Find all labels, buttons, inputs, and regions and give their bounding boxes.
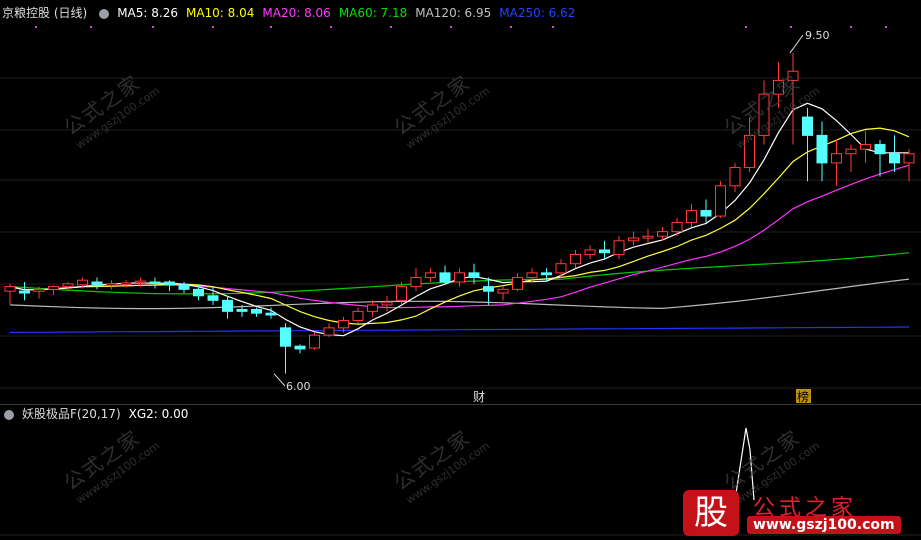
candle-body[interactable] [338,320,349,329]
signal-dot [885,26,887,28]
candle-body[interactable] [280,327,291,347]
candle-body[interactable] [178,284,190,290]
candle-body[interactable] [352,310,364,322]
candle-body[interactable] [613,240,625,256]
candle-body[interactable] [570,254,581,265]
candle-body[interactable] [106,283,117,286]
signal-dot [330,26,332,28]
event-marker-list[interactable]: 榜 [797,389,809,404]
candle-body[interactable] [860,144,871,150]
signal-dot [212,26,214,28]
candle-body[interactable] [323,327,335,336]
ma250-line [9,326,910,333]
candle-body[interactable] [4,286,16,292]
candle-body[interactable] [831,153,842,164]
candle-body[interactable] [135,280,146,284]
candle-body[interactable] [33,288,45,292]
candle-body[interactable] [526,272,538,278]
ma10-line [9,127,910,325]
ma10-label: MA10: 8.04 [185,6,255,20]
candle-body[interactable] [439,272,451,283]
site-logo: 股 公式之家 www.gszj100.com [683,490,913,538]
candle-body[interactable] [77,279,88,286]
signal-dot [510,26,512,28]
candle-body[interactable] [309,334,320,349]
stock-title: 京粮控股 (日线) [2,6,88,20]
signal-dot [745,26,747,28]
candle-body[interactable] [802,116,813,136]
candle-body[interactable] [120,282,132,285]
candle-body[interactable] [149,281,161,285]
signal-dot [450,26,452,28]
candle-body[interactable] [642,235,654,239]
signal-dot [850,26,852,28]
candle-body[interactable] [657,231,668,237]
logo-char: 股 [683,490,739,536]
signal-dot [90,26,92,28]
candle-body[interactable] [845,148,857,155]
signal-dot [270,26,272,28]
candle-body[interactable] [454,272,465,283]
ma5-line [9,102,909,337]
candle-body[interactable] [700,210,712,217]
candle-body[interactable] [294,345,306,350]
candle-body[interactable] [251,309,262,314]
candle-body[interactable] [903,153,915,164]
candle-body[interactable] [483,286,494,292]
logo-url: www.gszj100.com [747,516,901,534]
low-pointer [273,373,286,387]
candle-body[interactable] [497,288,509,294]
candle-body[interactable] [584,249,596,256]
candle-body[interactable] [628,237,639,242]
main-legend: 京粮控股 (日线) MA5: 8.26 MA10: 8.04 MA20: 8.0… [0,4,583,22]
candle-body[interactable] [541,272,552,276]
candle-body[interactable] [19,290,30,294]
candle-body[interactable] [555,263,567,274]
ma5-label: MA5: 8.26 [117,6,178,20]
signal-dot [152,26,154,28]
signal-dot [552,26,554,28]
high-price-label: 9.50 [805,29,830,42]
high-pointer [789,34,804,54]
low-price-label: 6.00 [286,380,311,393]
candle-body[interactable] [816,134,828,164]
candle-body[interactable] [91,281,103,287]
candle-body[interactable] [874,144,886,155]
ma20-label: MA20: 8.06 [262,6,331,20]
event-marker-finance[interactable]: 财 [473,390,485,404]
signal-dot [390,26,392,28]
candle-body[interactable] [62,283,74,288]
candle-body[interactable] [410,276,422,288]
candle-body[interactable] [729,166,741,187]
indicator-title: 妖股极品F(20,17) [22,407,121,421]
candle-body[interactable] [207,295,219,301]
candle-body[interactable] [889,153,900,164]
signal-dot [35,26,37,28]
candle-body[interactable] [425,272,436,278]
candle-body[interactable] [512,276,523,290]
candle-body[interactable] [671,221,683,233]
candle-body[interactable] [222,299,233,312]
sub-legend: 妖股极品F(20,17) XG2: 0.00 [0,405,196,423]
candle-body[interactable] [715,185,726,217]
candle-body[interactable] [367,304,378,312]
candle-body[interactable] [396,286,407,301]
ma120-label: MA120: 6.95 [415,6,492,20]
candle-body[interactable] [265,312,277,316]
signal-dot [790,26,792,28]
settings-icon[interactable] [99,9,110,19]
candle-body[interactable] [164,281,175,286]
candle-body[interactable] [468,272,480,278]
candle-body[interactable] [686,210,697,223]
candle-body[interactable] [193,288,204,297]
indicator-settings-icon[interactable] [4,410,14,420]
candle-body[interactable] [381,301,393,306]
candle-body[interactable] [599,249,610,254]
candle-body[interactable] [236,309,248,312]
candle-body[interactable] [48,286,59,290]
ma60-label: MA60: 7.18 [338,6,408,20]
ma250-label: MA250: 6.62 [499,6,576,20]
